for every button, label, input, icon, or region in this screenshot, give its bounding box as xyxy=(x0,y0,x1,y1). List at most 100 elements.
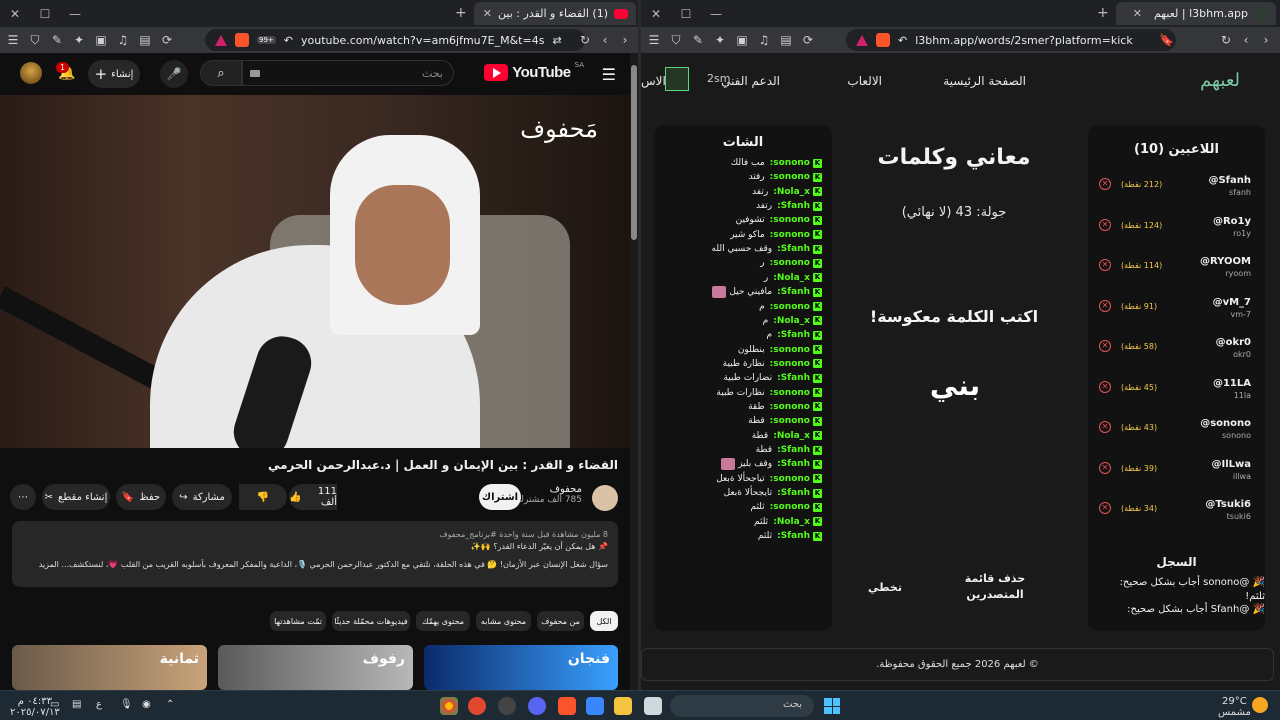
chat-username[interactable]: Sfanh: xyxy=(777,459,810,469)
close-window-icon[interactable]: ✕ xyxy=(641,0,671,27)
voice-search-icon[interactable]: 🎤 xyxy=(160,60,188,88)
bookmark-icon[interactable]: 🔖 xyxy=(1159,33,1174,47)
back-icon[interactable]: ‹ xyxy=(1239,33,1253,47)
chat-username[interactable]: Sfanh: xyxy=(777,373,810,383)
nav-games[interactable]: الالعاب xyxy=(847,74,882,88)
chat-username[interactable]: Sfanh: xyxy=(777,287,810,297)
music-icon[interactable]: ♫ xyxy=(116,33,130,47)
video-description[interactable]: 8 مليون مشاهدة قبل سنة واحدة #برنامج_محف… xyxy=(12,521,618,587)
sidebar-icon[interactable]: ▣ xyxy=(735,33,749,47)
remove-player-icon[interactable]: ✕ xyxy=(1099,299,1111,312)
chip-all[interactable]: الكل xyxy=(590,611,618,631)
microphone-icon[interactable]: 🎙 xyxy=(120,699,133,710)
site-logo[interactable]: لعبهم xyxy=(1200,70,1240,91)
hamburger-menu-icon[interactable]: ☰ xyxy=(602,65,616,84)
brave-rewards-icon[interactable] xyxy=(215,34,227,46)
avatar[interactable] xyxy=(20,62,42,84)
shield-icon[interactable]: ⛉ xyxy=(28,33,42,48)
menu-icon[interactable]: ☰ xyxy=(647,33,661,47)
minimize-window-icon[interactable]: — xyxy=(60,0,90,27)
related-video-thumbnail[interactable]: ثمانية xyxy=(12,645,207,690)
channel-name[interactable]: محفوف xyxy=(517,484,582,495)
chat-username[interactable]: Sfanh: xyxy=(777,531,810,541)
brave-app-icon[interactable] xyxy=(558,697,576,715)
remove-player-icon[interactable]: ✕ xyxy=(1099,340,1111,352)
chat-username[interactable]: sonono: xyxy=(770,502,810,512)
nav-truncated[interactable]: الاس xyxy=(641,74,666,88)
nav-user-name[interactable]: 2sm xyxy=(707,72,730,85)
brave-shields-icon[interactable] xyxy=(876,33,890,47)
keyboard-icon[interactable] xyxy=(250,70,260,77)
chevron-up-icon[interactable]: ⌃ xyxy=(166,699,174,710)
share-icon[interactable]: ↶ xyxy=(284,34,293,47)
video-player[interactable]: مَحفوف xyxy=(0,95,630,448)
share-icon[interactable]: ↶ xyxy=(898,34,907,47)
puzzle-icon[interactable]: ✦ xyxy=(72,33,86,47)
tabs-icon[interactable]: ▤ xyxy=(138,33,152,47)
sync-icon[interactable]: ⟳ xyxy=(801,33,815,47)
chat-username[interactable]: Nola_x: xyxy=(773,431,810,441)
extension-icon[interactable]: ✎ xyxy=(50,33,64,47)
skip-button[interactable]: تخطي xyxy=(865,580,905,596)
share-button[interactable]: مشاركة ↪ xyxy=(172,484,232,510)
subscribe-button[interactable]: اشتراك xyxy=(479,484,521,510)
remove-player-icon[interactable]: ✕ xyxy=(1099,178,1111,190)
brave-rewards-icon[interactable] xyxy=(856,34,868,46)
more-actions-button[interactable]: ⋯ xyxy=(10,484,36,510)
chip-from-channel[interactable]: من محفوف xyxy=(537,611,584,631)
chip-watched[interactable]: تمّت مشاهدتها xyxy=(270,611,326,631)
close-tab-icon[interactable]: ✕ xyxy=(1133,7,1142,20)
chat-username[interactable]: sonono: xyxy=(770,474,810,484)
chat-username[interactable]: sonono: xyxy=(770,359,810,369)
app-icon[interactable] xyxy=(586,697,604,715)
youtube-logo[interactable]: YouTube SA xyxy=(484,61,584,81)
sidebar-icon[interactable]: ▣ xyxy=(94,33,108,47)
create-button[interactable]: إنشاء + xyxy=(88,60,140,88)
chat-username[interactable]: sonono: xyxy=(770,416,810,426)
chat-username[interactable]: sonono: xyxy=(770,345,810,355)
remove-player-icon[interactable]: ✕ xyxy=(1099,380,1111,393)
close-window-icon[interactable]: ✕ xyxy=(0,0,30,27)
pip-icon[interactable]: ⇄ xyxy=(552,34,561,47)
chip-for-you[interactable]: محتوى يهمّك xyxy=(416,611,470,631)
remove-player-icon[interactable]: ✕ xyxy=(1099,218,1111,231)
like-button[interactable]: 111 ألف 👍 xyxy=(289,484,337,510)
channel-avatar[interactable] xyxy=(592,485,618,511)
chip-recently-uploaded[interactable]: فيديوهات محمّلة حديثًا xyxy=(332,611,410,631)
weather-widget[interactable]: 29°C مشمس xyxy=(1218,696,1251,718)
chrome-app-icon[interactable] xyxy=(440,697,458,715)
close-tab-icon[interactable]: ✕ xyxy=(483,7,492,20)
puzzle-icon[interactable]: ✦ xyxy=(713,33,727,47)
chat-username[interactable]: sonono: xyxy=(770,230,810,240)
chat-username[interactable]: sonono: xyxy=(770,402,810,412)
forward-icon[interactable]: › xyxy=(1259,33,1273,47)
back-icon[interactable]: ‹ xyxy=(598,33,612,47)
remove-player-icon[interactable]: ✕ xyxy=(1099,502,1111,514)
recording-icon[interactable]: ◉ xyxy=(142,699,151,710)
related-video-thumbnail[interactable]: رفوف xyxy=(218,645,413,690)
music-icon[interactable]: ♫ xyxy=(757,33,771,47)
chat-username[interactable]: Sfanh: xyxy=(777,330,810,340)
nav-home[interactable]: الصفحة الرئيسية xyxy=(943,74,1026,88)
brave-shields-icon[interactable] xyxy=(235,33,249,47)
chat-username[interactable]: Sfanh: xyxy=(777,488,810,498)
chat-username[interactable]: Sfanh: xyxy=(777,201,810,211)
chat-username[interactable]: Nola_x: xyxy=(773,517,810,527)
remove-player-icon[interactable]: ✕ xyxy=(1099,421,1111,433)
url-text[interactable]: youtube.com/watch?v=am6jfmu7E_M&t=4s xyxy=(301,34,544,47)
minimize-window-icon[interactable]: — xyxy=(701,0,731,27)
app-icon[interactable] xyxy=(498,697,516,715)
chat-username[interactable]: Nola_x: xyxy=(773,273,810,283)
tab-l3bhm[interactable]: l3bhm.app | لعبهم ✕ xyxy=(1116,2,1276,25)
clear-leaderboard-button[interactable]: حذف قائمة المتصدرين xyxy=(947,571,1043,603)
reload-icon[interactable]: ↻ xyxy=(578,33,592,47)
tabs-icon[interactable]: ▤ xyxy=(779,33,793,47)
shield-icon[interactable]: ⛉ xyxy=(669,33,683,48)
chip-related[interactable]: محتوى مشابه xyxy=(476,611,531,631)
forward-icon[interactable]: › xyxy=(618,33,632,47)
address-bar[interactable]: ↶ l3bhm.app/words/2smer?platform=kick xyxy=(846,29,1176,51)
file-explorer-icon[interactable] xyxy=(614,697,632,715)
remove-player-icon[interactable]: ✕ xyxy=(1099,259,1111,271)
chat-username[interactable]: sonono: xyxy=(770,388,810,398)
chat-username[interactable]: Sfanh: xyxy=(777,445,810,455)
